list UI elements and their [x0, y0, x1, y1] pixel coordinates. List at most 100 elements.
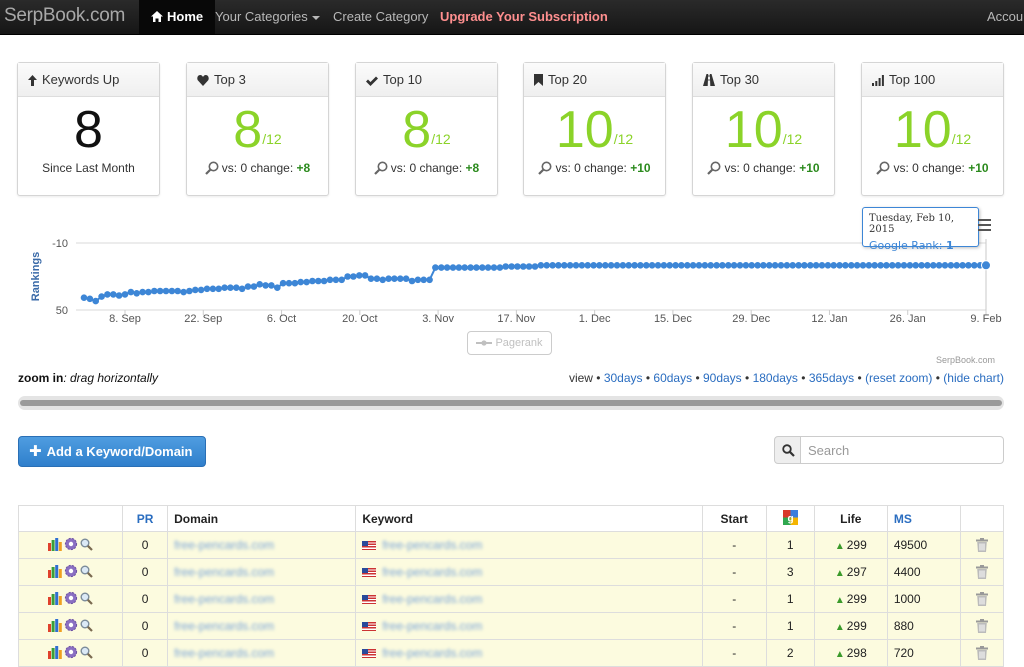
magnifier-icon[interactable] — [80, 619, 93, 635]
series-point — [244, 283, 252, 290]
magnifier-icon[interactable] — [538, 161, 552, 175]
legend-item-pagerank[interactable]: Pagerank — [467, 331, 552, 355]
row-keyword[interactable]: free-pencards.com — [355, 639, 703, 667]
nav-your-categories[interactable]: Your Categories — [215, 0, 320, 34]
series-point — [941, 262, 949, 269]
add-keyword-button[interactable]: ✚ Add a Keyword/Domain — [18, 436, 206, 467]
row-keyword-text[interactable]: free-pencards.com — [382, 592, 482, 606]
magnifier-icon[interactable] — [374, 161, 388, 175]
bar-chart-icon[interactable] — [48, 591, 62, 608]
bar-chart-icon[interactable] — [48, 537, 62, 554]
search-icon-addon[interactable] — [774, 436, 801, 464]
series-point — [719, 262, 726, 269]
row-keyword-text[interactable]: free-pencards.com — [382, 538, 482, 552]
series-point — [455, 264, 463, 271]
row-domain-text[interactable]: free-pencards.com — [174, 592, 274, 606]
magnifier-icon[interactable] — [80, 646, 93, 662]
series-point — [578, 262, 586, 269]
gear-icon[interactable] — [64, 618, 78, 635]
gear-icon[interactable] — [64, 645, 78, 662]
row-pr: 0 — [122, 531, 169, 559]
bar-chart-icon[interactable] — [48, 564, 62, 581]
row-domain-text[interactable]: free-pencards.com — [174, 538, 274, 552]
scrollbar-thumb[interactable] — [20, 400, 1002, 406]
col-domain-header[interactable]: Domain — [167, 505, 357, 532]
col-ms-header[interactable]: MS — [886, 505, 961, 532]
row-pr: 0 — [122, 558, 169, 586]
chart-horizontal-scrollbar[interactable] — [18, 396, 1004, 410]
bar-chart-icon[interactable] — [48, 618, 62, 635]
row-start: - — [701, 585, 767, 613]
series-point — [268, 282, 275, 289]
card-value-total: /12 — [262, 131, 282, 147]
row-delete[interactable] — [959, 531, 1005, 559]
gear-icon[interactable] — [64, 564, 78, 581]
series-point — [877, 262, 884, 269]
series-point — [104, 291, 111, 298]
row-domain[interactable]: free-pencards.com — [167, 639, 357, 667]
series-point — [490, 264, 498, 271]
row-keyword[interactable]: free-pencards.com — [355, 585, 703, 613]
card-title: Top 30 — [720, 72, 760, 87]
col-google-header[interactable]: g — [765, 505, 815, 532]
row-keyword[interactable]: free-pencards.com — [355, 531, 703, 559]
row-domain-text[interactable]: free-pencards.com — [174, 619, 274, 633]
card-foot-text: vs: 0 change: — [555, 161, 627, 175]
chevron-down-icon — [311, 15, 320, 20]
hide-chart-link[interactable]: (hide chart) — [943, 371, 1004, 385]
series-point — [279, 279, 287, 287]
series-point — [262, 282, 269, 289]
row-delete[interactable] — [959, 612, 1005, 640]
view-365days-link[interactable]: 365days — [809, 371, 854, 385]
bar-chart-icon[interactable] — [48, 645, 62, 662]
magnifier-icon[interactable] — [80, 538, 93, 554]
gear-icon[interactable] — [64, 591, 78, 608]
row-delete[interactable] — [959, 558, 1005, 586]
series-point — [479, 264, 486, 271]
card-header: Top 3 — [187, 63, 328, 97]
plus-icon: ✚ — [29, 443, 42, 460]
series-point — [92, 297, 99, 305]
chart-menu-icon[interactable] — [978, 219, 991, 234]
reset-zoom-link[interactable]: (reset zoom) — [865, 371, 932, 385]
search-input[interactable] — [800, 436, 1004, 464]
row-keyword-text[interactable]: free-pencards.com — [382, 646, 482, 660]
nav-account[interactable]: Accou — [987, 0, 1023, 34]
row-keyword-text[interactable]: free-pencards.com — [382, 619, 482, 633]
col-life-header[interactable]: Life — [813, 505, 888, 532]
row-domain-text[interactable]: free-pencards.com — [174, 565, 274, 579]
pr-sort-link[interactable]: PR — [137, 512, 154, 526]
magnifier-icon[interactable] — [876, 161, 890, 175]
row-domain[interactable]: free-pencards.com — [167, 531, 357, 559]
magnifier-icon[interactable] — [80, 592, 93, 608]
row-keyword[interactable]: free-pencards.com — [355, 612, 703, 640]
row-domain[interactable]: free-pencards.com — [167, 558, 357, 586]
gear-icon[interactable] — [64, 537, 78, 554]
view-90days-link[interactable]: 90days — [703, 371, 742, 385]
nav-home[interactable]: Home — [139, 0, 216, 34]
ms-sort-link[interactable]: MS — [894, 512, 912, 526]
row-keyword-text[interactable]: free-pencards.com — [382, 565, 482, 579]
chart-credit[interactable]: SerpBook.com — [936, 355, 995, 365]
view-180days-link[interactable]: 180days — [753, 371, 798, 385]
card-title: Top 10 — [383, 72, 423, 87]
row-actions — [17, 558, 124, 586]
magnifier-icon[interactable] — [80, 565, 93, 581]
row-delete[interactable] — [959, 639, 1005, 667]
view-60days-link[interactable]: 60days — [653, 371, 692, 385]
row-domain[interactable]: free-pencards.com — [167, 612, 357, 640]
row-keyword[interactable]: free-pencards.com — [355, 558, 703, 586]
magnifier-icon[interactable] — [707, 161, 721, 175]
row-domain[interactable]: free-pencards.com — [167, 585, 357, 613]
magnifier-icon[interactable] — [205, 161, 219, 175]
col-pr-header[interactable]: PR — [122, 505, 169, 532]
row-domain-text[interactable]: free-pencards.com — [174, 646, 274, 660]
col-keyword-header[interactable]: Keyword — [355, 505, 703, 532]
brand-logo[interactable]: SerpBook.com — [4, 5, 125, 27]
nav-create-category[interactable]: Create Category — [333, 0, 428, 34]
nav-upgrade-subscription[interactable]: Upgrade Your Subscription — [440, 0, 608, 34]
col-start-header[interactable]: Start — [701, 505, 767, 532]
row-delete[interactable] — [959, 585, 1005, 613]
view-30days-link[interactable]: 30days — [604, 371, 643, 385]
nav-categories-label: Your Categories — [215, 9, 308, 24]
